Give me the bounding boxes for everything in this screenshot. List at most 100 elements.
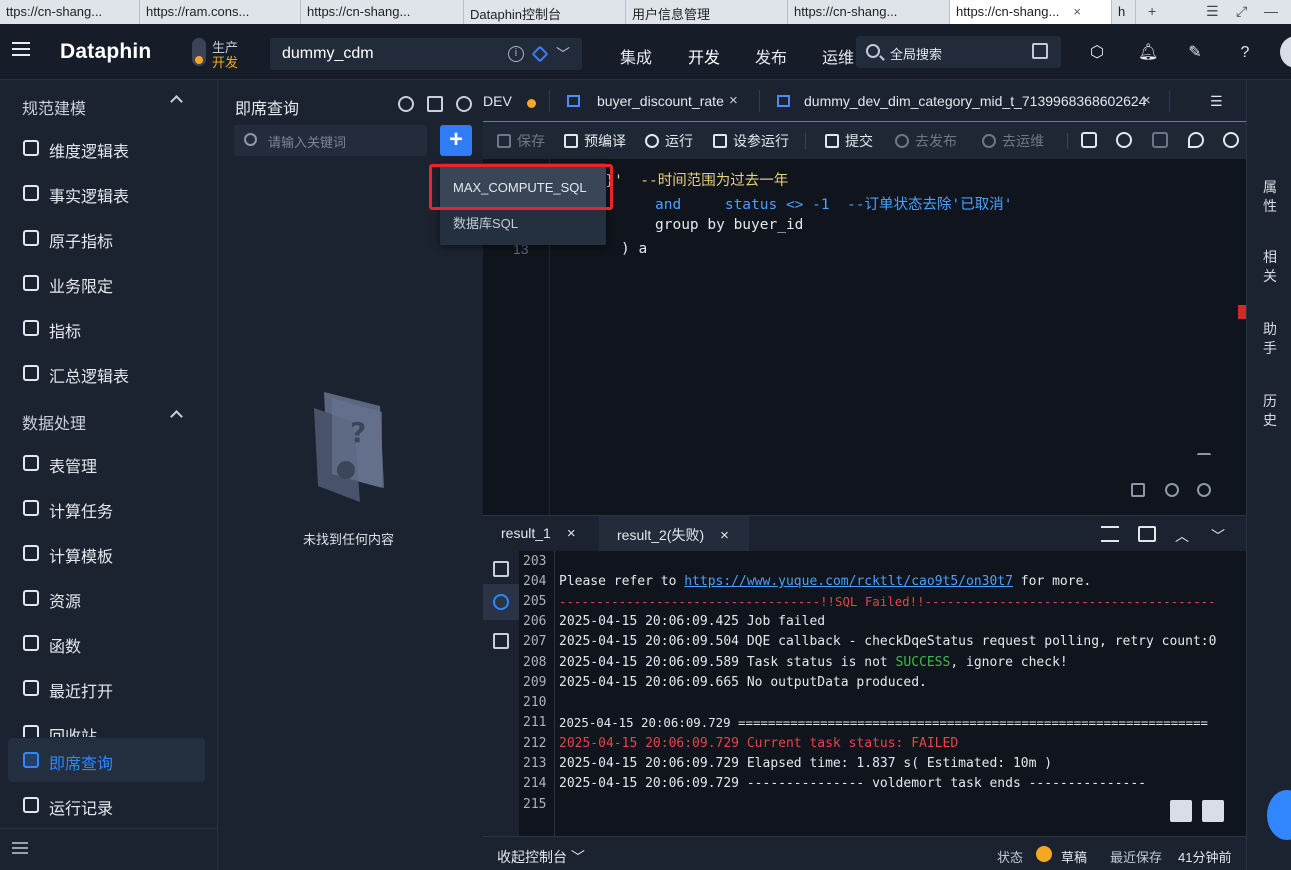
sidebar-divider [0,828,218,829]
rail-assistant[interactable]: 助手 [1262,320,1278,358]
locate-icon[interactable] [456,96,472,112]
code-icon[interactable] [493,633,509,649]
copy-icon[interactable] [1170,800,1192,822]
more-icon[interactable] [1223,132,1239,148]
browser-tab[interactable]: 用户信息管理 [626,0,788,24]
new-folder-icon[interactable] [427,96,443,112]
sidebar-item-biz-limit[interactable]: 业务限定 [8,261,205,305]
shield-icon[interactable]: ⬡ [1088,44,1106,62]
wrench-icon[interactable]: ✎ [1186,44,1204,62]
run-button[interactable]: 运行 [645,131,693,151]
sidebar-item-adhoc-query[interactable]: 即席查询 [8,738,205,782]
help-icon[interactable]: ? [1236,44,1254,62]
submit-button[interactable]: 提交 [825,131,873,151]
refresh-icon[interactable] [398,96,414,112]
code-line: group by buyer_id [655,217,804,233]
chevron-down-icon: ﹀ [570,849,585,865]
browser-tab[interactable]: https://ram.cons... [140,0,301,24]
nav-develop[interactable]: 开发 [688,44,720,68]
query-search-input[interactable]: 请输入关键词 [234,125,427,156]
format-brush-icon[interactable] [1081,132,1097,148]
info-icon[interactable]: i [508,46,524,62]
locate-icon[interactable] [1188,132,1204,148]
project-selector[interactable]: dummy_cdm i ﹀ [270,38,582,70]
log-line: 2025-04-15 20:06:09.729 --------------- … [559,776,1146,791]
project-name: dummy_cdm [282,45,374,62]
scroll-top-icon[interactable] [1197,453,1211,463]
refresh-icon[interactable] [1116,132,1132,148]
close-tab-icon[interactable]: × [720,527,729,544]
sidebar-item-recycle-bin[interactable]: 回收站 [8,711,205,737]
docs-link[interactable]: https://www.yuque.com/rcktlt/cao9t5/on30… [684,574,1013,589]
chevron-up-icon[interactable]: ︿ [1175,526,1193,544]
tab-list-menu-icon[interactable]: ☰ [1210,80,1230,122]
sidebar-item-function[interactable]: 函数 [8,621,205,665]
close-tab-icon[interactable]: × [729,92,738,109]
param-run-button[interactable]: 设参运行 [713,131,789,151]
save-button[interactable]: 保存 [497,131,545,151]
tab-list-icon[interactable]: ☰ [1206,0,1219,24]
close-tab-icon[interactable]: × [567,525,576,542]
nav-integration[interactable]: 集成 [620,44,652,68]
add-query-button[interactable]: + [440,125,472,156]
section-modeling[interactable]: 规范建模 [22,95,183,119]
gear-icon[interactable] [1197,483,1211,497]
avatar[interactable] [1280,36,1291,68]
browser-tab[interactable]: https://cn-shang... [301,0,464,24]
terminal-icon [23,500,39,516]
grid-icon[interactable] [493,561,509,577]
lock-icon[interactable] [1152,132,1168,148]
sidebar-item-summary-table[interactable]: 汇总逻辑表 [8,351,205,395]
chevron-down-icon[interactable]: ﹀ [1211,526,1229,544]
sidebar-item-dim-table[interactable]: 维度逻辑表 [8,126,205,170]
browser-tab[interactable]: Dataphin控制台 [464,0,626,24]
restore-window-icon[interactable]: ⤢ [1236,0,1247,24]
sidebar-item-run-records[interactable]: 运行记录 [8,783,205,827]
tab-dev[interactable]: DEV [483,80,550,122]
browser-tab[interactable]: ttps://cn-shang... [0,0,140,24]
browser-tab-active[interactable]: https://cn-shang... × [950,0,1112,24]
minimize-window-icon[interactable]: — [1264,0,1278,24]
nav-publish[interactable]: 发布 [755,44,787,68]
ops-button[interactable]: 去运维 [982,131,1044,151]
precompile-button[interactable]: 预编译 [564,131,626,151]
close-tab-icon[interactable]: × [1142,92,1151,109]
tab-result-2[interactable]: result_2(失败) × [599,516,749,552]
bell-icon[interactable]: 🔔︎ [1138,44,1158,62]
menu-icon[interactable] [1101,526,1119,542]
fullscreen-icon[interactable] [1131,483,1145,497]
tab-buyer-discount-rate[interactable]: buyer_discount_rate × [550,80,760,122]
menu-icon[interactable] [12,42,30,56]
fullscreen-icon[interactable] [1202,800,1224,822]
sidebar-item-atomic-metric[interactable]: 原子指标 [8,216,205,260]
sidebar-item-fact-table[interactable]: 事实逻辑表 [8,171,205,215]
rail-properties[interactable]: 属性 [1262,178,1278,216]
rail-history[interactable]: 历史 [1262,392,1278,430]
expand-icon[interactable] [1138,526,1156,542]
option-database-sql[interactable]: 数据库SQL [453,213,518,232]
sidebar-item-table-mgmt[interactable]: 表管理 [8,441,205,485]
close-tab-icon[interactable]: × [1073,4,1081,19]
log-view-active[interactable] [483,584,519,620]
tab-dim-category[interactable]: dummy_dev_dim_category_mid_t_71399683686… [760,80,1170,122]
env-switch[interactable]: 生产 开发 [192,36,248,70]
browser-tab[interactable]: https://cn-shang... [788,0,950,24]
theme-icon[interactable] [1165,483,1179,497]
rail-related[interactable]: 相关 [1262,248,1278,286]
browser-tab[interactable]: h [1112,0,1136,24]
global-search[interactable]: 全局搜索 [856,36,1061,68]
empty-state-text: 未找到任何内容 [303,532,395,547]
sidebar-item-compute-task[interactable]: 计算任务 [8,486,205,530]
tab-result-1[interactable]: result_1 × [483,516,599,552]
nav-ops[interactable]: 运维 [822,44,854,68]
sidebar-item-resource[interactable]: 资源 [8,576,205,620]
collapse-console-button[interactable]: 收起控制台 ﹀ [497,847,585,867]
sidebar-item-recent[interactable]: 最近打开 [8,666,205,710]
search-history-icon[interactable] [1032,43,1048,59]
collapse-sidebar-icon[interactable] [12,842,28,854]
sidebar-item-compute-template[interactable]: 计算模板 [8,531,205,575]
publish-button[interactable]: 去发布 [895,131,957,151]
section-data-processing[interactable]: 数据处理 [22,410,183,434]
new-tab-icon[interactable]: + [1148,0,1156,24]
sidebar-item-metric[interactable]: 指标 [8,306,205,350]
